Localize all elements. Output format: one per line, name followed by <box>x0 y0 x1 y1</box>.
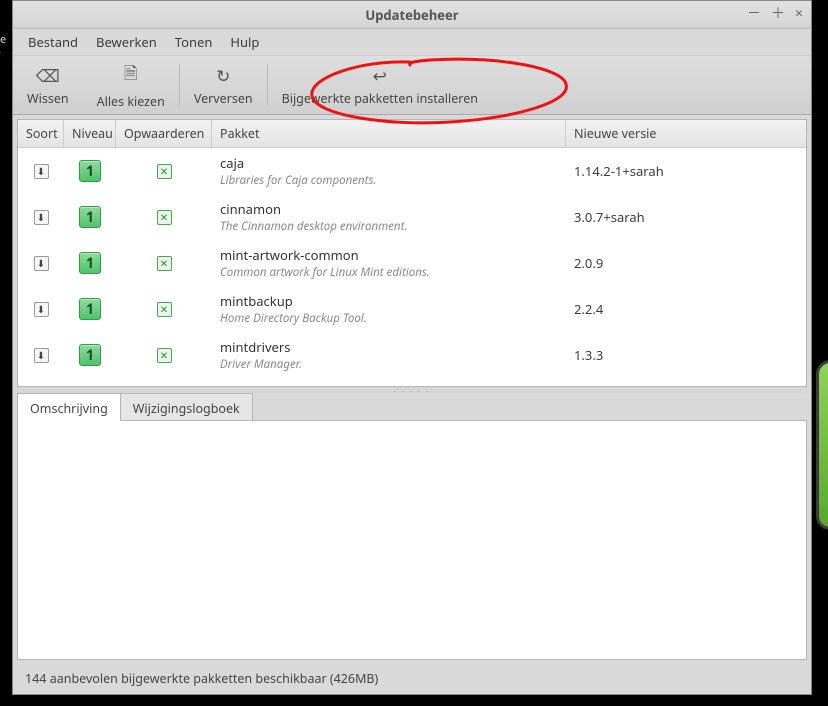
clear-icon: ⌫ <box>36 64 60 87</box>
select-all-label: Alles kiezen <box>97 93 165 110</box>
tab-wijzigingslogboek[interactable]: Wijzigingslogboek <box>120 393 253 421</box>
table-row[interactable]: ⬇ 1 ✕ mint-artwork-commonCommon artwork for… <box>18 240 806 286</box>
package-name: mintbackup <box>220 292 558 310</box>
package-description: Driver Manager. <box>220 357 558 372</box>
package-version: 2.2.4 <box>574 300 603 318</box>
upgrade-checkbox[interactable]: ✕ <box>157 210 172 225</box>
upgrade-checkbox[interactable]: ✕ <box>157 348 172 363</box>
install-icon: ↩ <box>373 64 387 87</box>
maximize-button[interactable]: ＋ <box>771 7 785 21</box>
package-version: 3.0.7+sarah <box>574 208 645 226</box>
package-name: mintinstall <box>220 384 558 386</box>
package-type-icon: ⬇ <box>34 348 49 363</box>
minimize-button[interactable]: － <box>747 7 761 21</box>
install-updates-button[interactable]: ↩ Bijgewerkte pakketten installeren <box>268 56 492 114</box>
level-badge: 1 <box>79 344 101 366</box>
col-header-versie[interactable]: Nieuwe versie <box>566 120 806 147</box>
upgrade-checkbox[interactable]: ✕ <box>157 256 172 271</box>
table-row[interactable]: ⬇ 1 ✕ cajaLibraries for Caja components. 1.1… <box>18 148 806 194</box>
details-notebook: Omschrijving Wijzigingslogboek <box>17 393 807 660</box>
table-row[interactable]: ⬇ 1 ✕ cinnamonThe Cinnamon desktop environm… <box>18 194 806 240</box>
col-header-niveau[interactable]: Niveau <box>64 120 116 147</box>
package-name: cinnamon <box>220 200 558 218</box>
menu-tonen[interactable]: Tonen <box>168 30 220 54</box>
package-version: 2.0.9 <box>574 254 603 272</box>
statusbar: 144 aanbevolen bijgewerkte pakketten bes… <box>17 664 807 692</box>
col-header-opwaarderen[interactable]: Opwaarderen <box>116 120 212 147</box>
level-badge: 1 <box>79 298 101 320</box>
refresh-label: Verversen <box>194 90 253 107</box>
detail-tabs: Omschrijving Wijzigingslogboek <box>17 393 807 421</box>
package-type-icon: ⬇ <box>34 210 49 225</box>
window-controls: － ＋ × <box>747 7 803 21</box>
refresh-button[interactable]: ↻ Verversen <box>180 56 267 114</box>
select-all-icon: 🗎 <box>124 61 138 90</box>
package-name: mint-artwork-common <box>220 246 558 264</box>
window-title: Updatebeheer <box>365 6 458 24</box>
package-description: Libraries for Caja components. <box>220 173 558 188</box>
install-label: Bijgewerkte pakketten installeren <box>282 90 478 107</box>
tab-content <box>17 420 807 660</box>
col-header-soort[interactable]: Soort <box>18 120 64 147</box>
toolbar: ⌫ Wissen 🗎 Alles kiezen ↻ Verversen ↩ Bi… <box>13 55 811 115</box>
select-all-button[interactable]: 🗎 Alles kiezen <box>83 56 179 114</box>
refresh-icon: ↻ <box>216 64 230 87</box>
close-button[interactable]: × <box>795 7 803 21</box>
package-type-icon: ⬇ <box>34 164 49 179</box>
package-version: 1.3.3 <box>574 346 603 364</box>
table-row[interactable]: ⬇ 1 ✕ mintdriversDriver Manager. 1.3.3 <box>18 332 806 378</box>
package-description: Common artwork for Linux Mint editions. <box>220 265 558 280</box>
level-badge: 1 <box>79 160 101 182</box>
package-description: Home Directory Backup Tool. <box>220 311 558 326</box>
col-header-pakket[interactable]: Pakket <box>212 120 566 147</box>
menu-bestand[interactable]: Bestand <box>21 30 85 54</box>
level-badge: 1 <box>79 206 101 228</box>
upgrade-checkbox[interactable]: ✕ <box>157 302 172 317</box>
menubar: Bestand Bewerken Tonen Hulp <box>13 29 811 55</box>
titlebar[interactable]: Updatebeheer － ＋ × <box>13 1 811 29</box>
package-name: mintdrivers <box>220 338 558 356</box>
package-type-icon: ⬇ <box>34 302 49 317</box>
background-window-fragment: te r <box>0 32 12 56</box>
clear-button[interactable]: ⌫ Wissen <box>13 56 83 114</box>
level-badge: 1 <box>79 252 101 274</box>
updates-table: Soort Niveau Opwaarderen Pakket Nieuwe v… <box>17 119 807 387</box>
background-green-bubble <box>816 360 828 530</box>
package-version: 1.14.2-1+sarah <box>574 162 664 180</box>
package-name: caja <box>220 154 558 172</box>
menu-hulp[interactable]: Hulp <box>223 30 266 54</box>
clear-label: Wissen <box>27 90 69 107</box>
status-text: 144 aanbevolen bijgewerkte pakketten bes… <box>25 670 378 687</box>
upgrade-checkbox[interactable]: ✕ <box>157 164 172 179</box>
table-row[interactable]: ⬇ 1 ✕ mintbackupHome Directory Backup Tool.… <box>18 286 806 332</box>
tab-omschrijving[interactable]: Omschrijving <box>17 393 121 421</box>
table-body[interactable]: ⬇ 1 ✕ cajaLibraries for Caja components. 1.1… <box>18 148 806 386</box>
package-description: The Cinnamon desktop environment. <box>220 219 558 234</box>
package-type-icon: ⬇ <box>34 256 49 271</box>
update-manager-window: Updatebeheer － ＋ × Bestand Bewerken Tone… <box>12 0 812 695</box>
table-header: Soort Niveau Opwaarderen Pakket Nieuwe v… <box>18 120 806 148</box>
menu-bewerken[interactable]: Bewerken <box>89 30 164 54</box>
